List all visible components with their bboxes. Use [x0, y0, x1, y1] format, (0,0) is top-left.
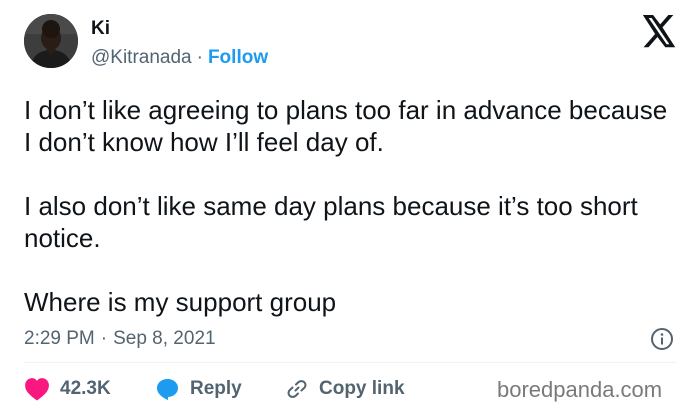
copy-link-label: Copy link: [319, 378, 405, 399]
tweet-card: Ki @Kitranada · Follow I don’t like agreei…: [0, 0, 700, 417]
info-icon[interactable]: [650, 327, 674, 351]
avatar-image: [24, 14, 78, 68]
follow-button[interactable]: Follow: [208, 47, 268, 68]
tweet-paragraph: Where is my support group: [24, 287, 337, 317]
watermark: boredpanda.com: [497, 377, 663, 402]
heart-icon: [25, 378, 49, 401]
author-handle[interactable]: @Kitranada: [91, 47, 192, 68]
author-display-name[interactable]: Ki: [91, 17, 110, 41]
link-icon: [287, 380, 307, 398]
reply-button[interactable]: Reply: [155, 376, 242, 402]
tweet-time: 2:29 PM: [24, 328, 95, 349]
copy-link-button[interactable]: Copy link: [285, 376, 405, 402]
handle-separator: ·: [196, 47, 203, 68]
tweet-paragraph: I don’t like agreeing to plans too far i…: [24, 95, 668, 157]
tweet-paragraph: I also don’t like same day plans because…: [24, 191, 638, 253]
tweet-text: I don’t like agreeing to plans too far i…: [24, 94, 674, 318]
like-button[interactable]: 42.3K: [24, 376, 111, 402]
author-handle-row: @Kitranada · Follow: [91, 46, 268, 70]
timestamp-separator: ·: [100, 328, 108, 349]
x-logo-icon[interactable]: [641, 15, 677, 48]
avatar[interactable]: [24, 14, 78, 68]
reply-bubble-icon: [157, 379, 178, 400]
like-count: 42.3K: [60, 378, 111, 399]
tweet-timestamp[interactable]: 2:29 PM · Sep 8, 2021: [24, 327, 216, 351]
divider: [24, 362, 676, 363]
reply-label: Reply: [190, 378, 242, 399]
tweet-date: Sep 8, 2021: [113, 328, 216, 349]
